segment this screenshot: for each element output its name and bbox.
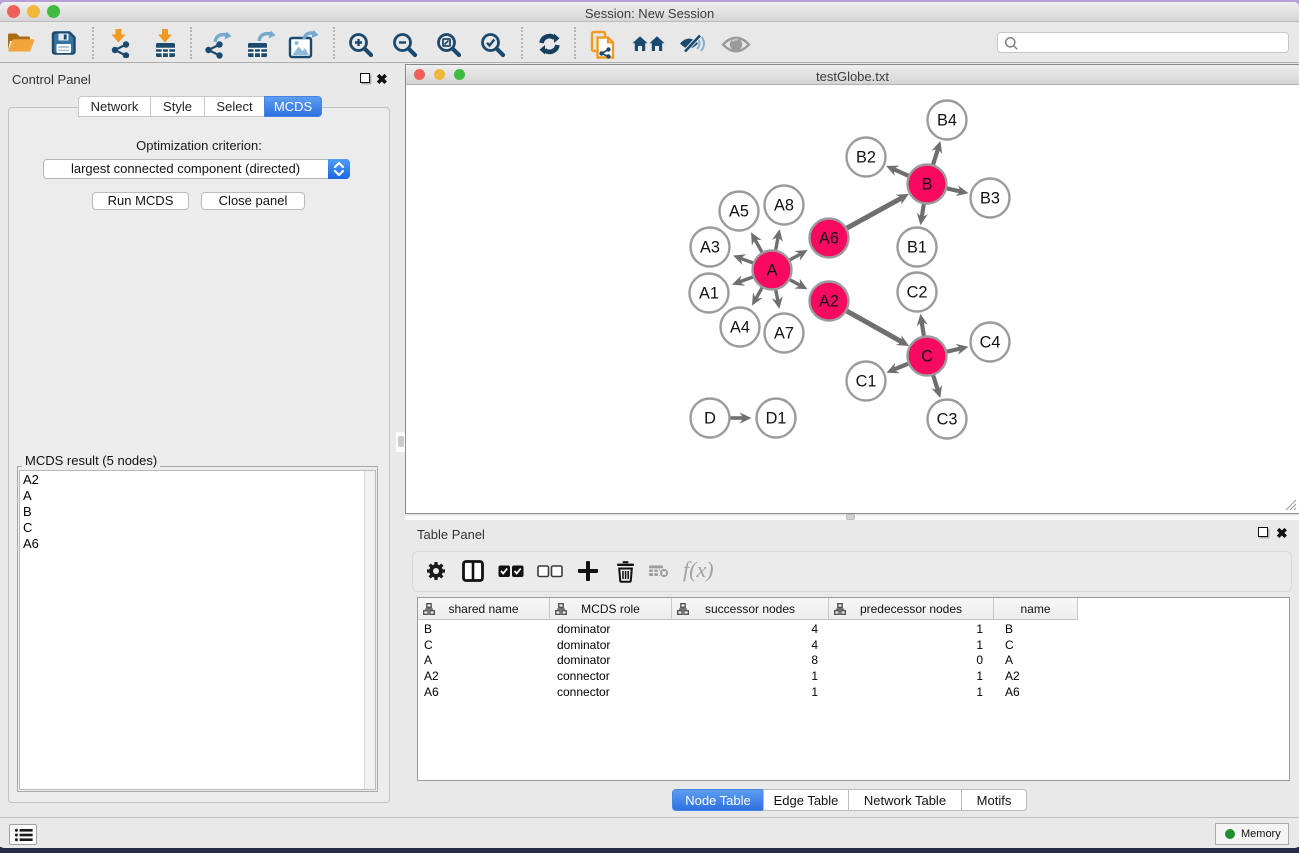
- svg-text:B3: B3: [980, 190, 1000, 208]
- svg-text:B1: B1: [907, 239, 927, 257]
- svg-text:A4: A4: [730, 319, 750, 337]
- svg-text:A6: A6: [819, 230, 839, 248]
- svg-text:A1: A1: [699, 285, 719, 303]
- svg-text:B4: B4: [937, 112, 957, 130]
- svg-text:C4: C4: [980, 334, 1001, 352]
- svg-text:C: C: [921, 348, 933, 366]
- svg-text:C2: C2: [907, 284, 928, 302]
- svg-text:A: A: [767, 262, 778, 280]
- svg-text:A3: A3: [700, 239, 720, 257]
- svg-text:C1: C1: [856, 373, 877, 391]
- svg-text:A8: A8: [774, 197, 794, 215]
- svg-text:D: D: [704, 410, 716, 428]
- svg-text:B: B: [922, 176, 933, 194]
- svg-text:A2: A2: [819, 293, 839, 311]
- svg-text:C3: C3: [937, 411, 958, 429]
- svg-text:A5: A5: [729, 203, 749, 221]
- svg-text:A7: A7: [774, 325, 794, 343]
- svg-text:B2: B2: [856, 149, 876, 167]
- svg-text:D1: D1: [766, 410, 787, 428]
